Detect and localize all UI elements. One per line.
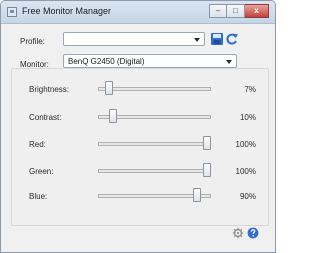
- app-window: Free Monitor Manager – □ x Profile: Moni…: [0, 0, 276, 253]
- green-label: Green:: [29, 167, 54, 176]
- reset-button[interactable]: [225, 32, 239, 46]
- red-value: 100%: [235, 140, 256, 149]
- help-icon: [247, 227, 259, 239]
- gear-icon: [232, 227, 244, 239]
- brightness-slider-thumb[interactable]: [105, 81, 114, 95]
- title-bar[interactable]: Free Monitor Manager – □ x: [1, 1, 275, 24]
- close-button[interactable]: x: [245, 4, 269, 18]
- blue-value: 90%: [239, 192, 256, 201]
- blue-label: Blue:: [29, 192, 48, 201]
- monitor-value: BenQ G2450 (Digital): [68, 57, 145, 66]
- chevron-down-icon: [226, 60, 232, 64]
- chevron-down-icon: [194, 38, 200, 42]
- monitor-dropdown[interactable]: BenQ G2450 (Digital): [63, 54, 237, 68]
- red-slider-thumb[interactable]: [203, 136, 211, 150]
- window-title: Free Monitor Manager: [22, 6, 112, 16]
- blue-slider-thumb[interactable]: [192, 188, 201, 202]
- reset-icon: [226, 33, 238, 45]
- settings-button[interactable]: [232, 227, 244, 239]
- green-slider-track[interactable]: [98, 169, 211, 173]
- brightness-value: 7%: [244, 85, 256, 94]
- save-icon: [211, 33, 223, 45]
- contrast-value: 10%: [239, 113, 256, 122]
- maximize-button[interactable]: □: [227, 4, 245, 18]
- green-value: 100%: [235, 167, 256, 176]
- brightness-slider-track[interactable]: [98, 87, 211, 91]
- save-button[interactable]: [210, 32, 224, 46]
- profile-dropdown[interactable]: [63, 32, 205, 46]
- red-slider-track[interactable]: [98, 142, 211, 146]
- help-button[interactable]: [247, 227, 259, 239]
- minimize-button[interactable]: –: [209, 4, 227, 18]
- brightness-label: Brightness:: [29, 85, 70, 94]
- red-label: Red:: [29, 140, 46, 149]
- contrast-label: Contrast:: [29, 113, 62, 122]
- window-controls: – □ x: [209, 4, 269, 20]
- monitor-icon: [7, 7, 17, 17]
- profile-label: Profile:: [20, 37, 45, 46]
- contrast-slider-thumb[interactable]: [108, 109, 117, 123]
- green-slider-thumb[interactable]: [203, 163, 211, 177]
